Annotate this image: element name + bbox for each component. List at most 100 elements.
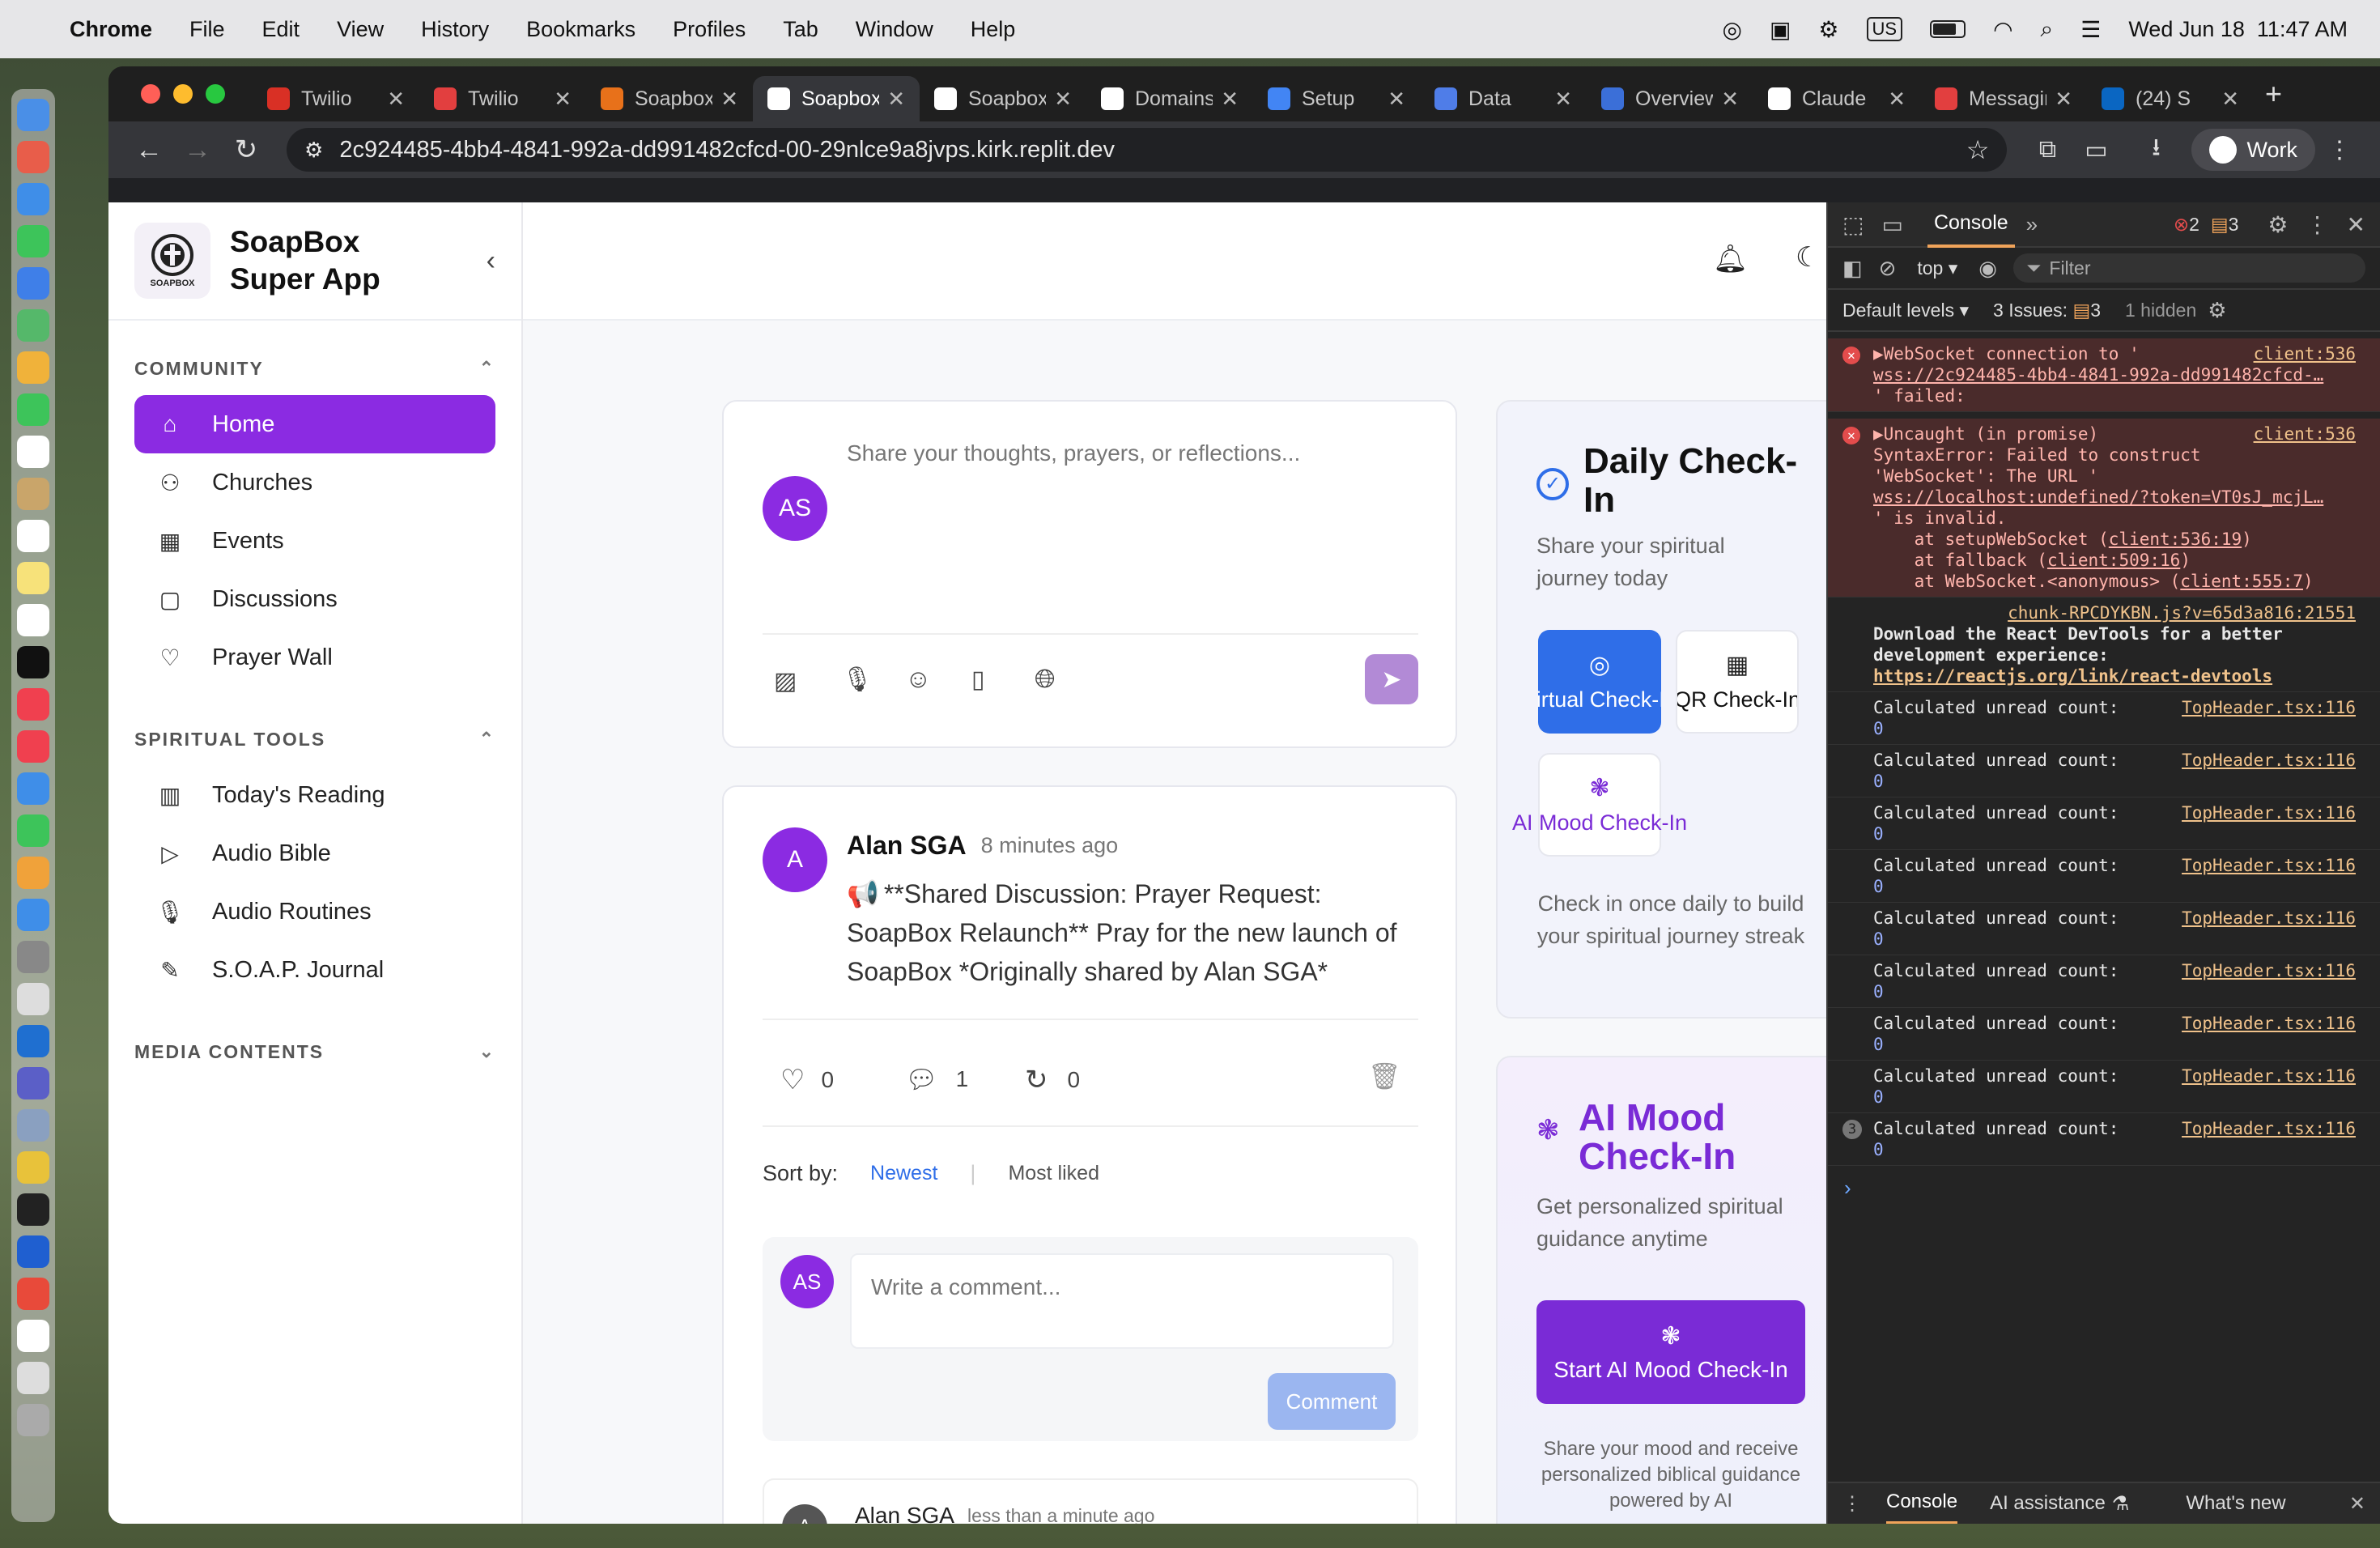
virtual-checkin-button[interactable]: ◎ Virtual Check-In: [1538, 630, 1661, 734]
maps-icon[interactable]: [17, 309, 49, 342]
console-prompt[interactable]: ›: [1828, 1166, 2380, 1210]
back-button[interactable]: ←: [125, 134, 173, 166]
close-devtools-icon[interactable]: ✕: [2347, 211, 2365, 238]
site-info-icon[interactable]: ⚙: [304, 138, 323, 163]
context-select[interactable]: top ▾: [1917, 257, 1957, 279]
facetime-icon[interactable]: [17, 393, 49, 426]
log-unread-count[interactable]: TopHeader.tsx:116 Calculated unread count…: [1828, 850, 2380, 903]
teams-icon[interactable]: [17, 1067, 49, 1099]
log-source[interactable]: TopHeader.tsx:116: [2182, 1013, 2356, 1034]
log-unread-count[interactable]: TopHeader.tsx:116 Calculated unread count…: [1828, 797, 2380, 850]
browser-tab[interactable]: Twilio ✕: [253, 76, 419, 121]
next-post-author[interactable]: Alan SGA: [855, 1503, 954, 1524]
menu-tab[interactable]: Tab: [783, 17, 818, 42]
sidebar-section-0[interactable]: COMMUNITY ⌃: [108, 348, 521, 389]
browser-tab[interactable]: (24) S ✕: [2087, 76, 2254, 121]
collapse-sidebar-icon[interactable]: ‹: [487, 245, 495, 277]
chrome-dock-icon[interactable]: [17, 1151, 49, 1184]
log-source[interactable]: TopHeader.tsx:116: [2182, 697, 2356, 718]
microphone-icon[interactable]: 🎙︎: [842, 666, 873, 694]
stack-link[interactable]: client:555:7: [2180, 572, 2303, 591]
status-app-icon-2[interactable]: ▣: [1770, 16, 1791, 43]
log-unread-count[interactable]: 3 TopHeader.tsx:116 Calculated unread coun…: [1828, 1113, 2380, 1166]
log-source[interactable]: TopHeader.tsx:116: [2182, 1118, 2356, 1139]
tab-console[interactable]: Console: [1927, 202, 2015, 248]
spotlight-icon[interactable]: ⌕: [2041, 16, 2054, 43]
menu-help[interactable]: Help: [971, 17, 1016, 42]
close-tab-icon[interactable]: ✕: [1054, 87, 1072, 112]
log-link[interactable]: wss://2c924485-4bb4-4841-992a-dd991482cf…: [1873, 364, 2365, 385]
ai-mood-checkin-button[interactable]: ❃ AI Mood Check-In: [1512, 753, 1687, 857]
browser-tab[interactable]: Soapbox ✕: [920, 76, 1086, 121]
delete-post-icon[interactable]: 🗑︎: [1368, 1061, 1401, 1091]
minimize-window-button[interactable]: [173, 84, 193, 104]
post-author-name[interactable]: Alan SGA: [847, 831, 967, 861]
log-source[interactable]: TopHeader.tsx:116: [2182, 855, 2356, 876]
chevron-up-icon[interactable]: ⌃: [479, 358, 495, 379]
news-icon[interactable]: [17, 730, 49, 763]
sidebar-section-1[interactable]: SPIRITUAL TOOLS ⌃: [108, 719, 521, 759]
browser-tab[interactable]: Soapbox ✕: [753, 76, 920, 121]
log-source[interactable]: TopHeader.tsx:116: [2182, 802, 2356, 823]
chevron-down-icon[interactable]: ⌄: [479, 1041, 495, 1062]
download-icon[interactable]: ⭳: [2131, 130, 2180, 171]
device-toolbar-icon[interactable]: ▭: [1881, 211, 1902, 238]
image-upload-icon[interactable]: ▨: [774, 667, 797, 695]
messages-icon[interactable]: [17, 225, 49, 257]
repost-button[interactable]: ↻ 0: [1025, 1064, 1080, 1096]
comment-input[interactable]: Write a comment...: [850, 1253, 1394, 1349]
reload-button[interactable]: ↻: [222, 134, 270, 166]
console-settings-icon[interactable]: ⚙: [2208, 298, 2226, 323]
screen-cast-icon[interactable]: ▭: [2072, 136, 2120, 164]
wifi-icon[interactable]: ◠: [1993, 16, 2012, 43]
notes-icon[interactable]: [17, 562, 49, 594]
soapbox-logo[interactable]: SOAPBOX: [134, 223, 210, 299]
browser-tab[interactable]: Twilio ✕: [419, 76, 586, 121]
chrome-icon[interactable]: [17, 1278, 49, 1310]
close-window-button[interactable]: [141, 84, 160, 104]
menu-profiles[interactable]: Profiles: [673, 17, 746, 42]
safari-icon[interactable]: [17, 183, 49, 215]
control-center-icon[interactable]: ☰: [2080, 16, 2101, 43]
drawer-menu-icon[interactable]: ⋮: [1842, 1492, 1862, 1516]
music-icon[interactable]: [17, 688, 49, 721]
status-app-icon[interactable]: ◎: [1723, 16, 1742, 43]
sort-newest[interactable]: Newest: [870, 1162, 937, 1185]
sort-most-liked[interactable]: Most liked: [1008, 1162, 1099, 1185]
log-link[interactable]: wss://localhost:undefined/?token=VT0sJ_m…: [1873, 487, 2365, 508]
close-tab-icon[interactable]: ✕: [1554, 87, 1572, 112]
extensions-icon[interactable]: ⧉: [2023, 136, 2072, 164]
browser-tab[interactable]: Domains ✕: [1086, 76, 1253, 121]
sidebar-item-discussions[interactable]: ▢ Discussions: [134, 570, 495, 628]
sidebar-item-prayer-wall[interactable]: ♡ Prayer Wall: [134, 628, 495, 687]
log-unread-count[interactable]: TopHeader.tsx:116 Calculated unread count…: [1828, 955, 2380, 1008]
close-drawer-icon[interactable]: ✕: [2349, 1492, 2365, 1516]
menu-file[interactable]: File: [189, 17, 225, 42]
app-store-icon[interactable]: [17, 899, 49, 931]
sidebar-item-audio-bible[interactable]: ▷ Audio Bible: [134, 824, 495, 882]
sidebar-item-s-o-a-p-journal[interactable]: ✎ S.O.A.P. Journal: [134, 941, 495, 999]
close-tab-icon[interactable]: ✕: [2055, 87, 2072, 112]
close-tab-icon[interactable]: ✕: [1888, 87, 1906, 112]
drawer-tab-ai-assistance[interactable]: AI assistance: [1990, 1492, 2106, 1515]
finder-icon[interactable]: [17, 99, 49, 131]
warning-count-badge[interactable]: ▤3: [2211, 214, 2239, 236]
close-tab-icon[interactable]: ✕: [554, 87, 572, 112]
log-syntax-error[interactable]: ✕ client:536 ▶Uncaught (in promise) Synt…: [1828, 419, 2380, 598]
close-tab-icon[interactable]: ✕: [887, 87, 905, 112]
live-expression-icon[interactable]: ◉: [1978, 256, 1997, 281]
error-count-badge[interactable]: ⊗2: [2174, 214, 2199, 236]
sidebar-item-events[interactable]: ▦ Events: [134, 512, 495, 570]
status-app-icon-3[interactable]: ⚙: [1818, 16, 1838, 43]
log-source[interactable]: TopHeader.tsx:116: [2182, 908, 2356, 929]
visibility-globe-icon[interactable]: 🌐︎: [1035, 664, 1056, 695]
post-author-avatar[interactable]: A: [763, 827, 827, 892]
sidebar-section-2[interactable]: MEDIA CONTENTS ⌄: [108, 1031, 521, 1072]
profile-button[interactable]: Work: [2191, 129, 2315, 171]
downloads-stack-icon[interactable]: [17, 1362, 49, 1394]
issues-button[interactable]: 3 Issues: ▤3: [1993, 300, 2101, 321]
inspect-element-icon[interactable]: ⬚: [1842, 211, 1864, 238]
close-tab-icon[interactable]: ✕: [720, 87, 738, 112]
log-unread-count[interactable]: TopHeader.tsx:116 Calculated unread count…: [1828, 1008, 2380, 1061]
emoji-icon[interactable]: ☺: [905, 664, 932, 694]
